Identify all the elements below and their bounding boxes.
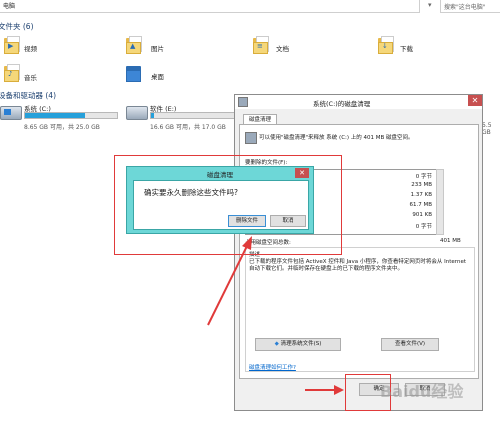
baidu-watermark: Baidu经验 (380, 382, 464, 401)
arrow-head-right (334, 385, 344, 395)
arrow-line-up (207, 243, 249, 326)
annotation-arrows (207, 236, 344, 395)
arrow-head-up (242, 236, 252, 250)
